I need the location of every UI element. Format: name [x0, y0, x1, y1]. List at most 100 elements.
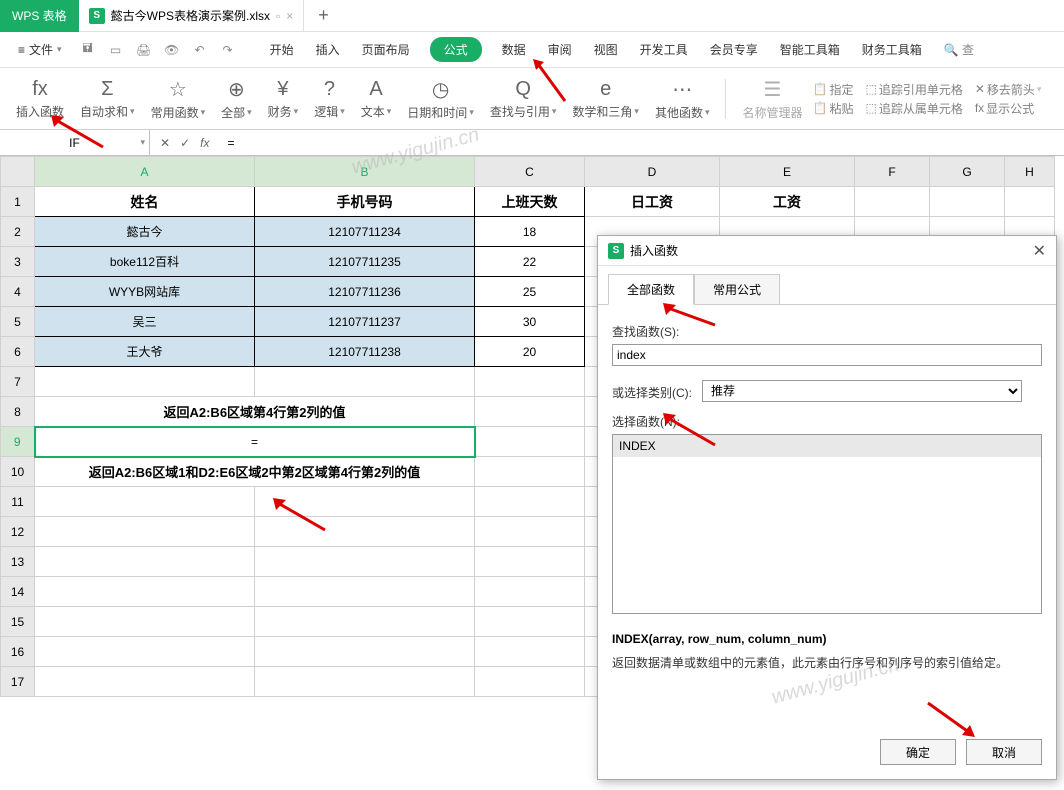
row-header-4[interactable]: 4	[1, 277, 35, 307]
cell[interactable]: 上班天数	[475, 187, 585, 217]
tab-close-icon[interactable]: ×	[286, 9, 293, 23]
dialog-close-button[interactable]: ✕	[1033, 241, 1046, 261]
cell[interactable]: 18	[475, 217, 585, 247]
function-list[interactable]: INDEX	[612, 434, 1042, 614]
document-tab[interactable]: S 懿古今WPS表格演示案例.xlsx ▫ ×	[79, 0, 305, 32]
cell[interactable]: 12107711236	[255, 277, 475, 307]
active-cell[interactable]: =	[35, 427, 475, 457]
tab-view[interactable]: 视图	[592, 37, 620, 62]
col-header-G[interactable]: G	[930, 157, 1005, 187]
fx-icon[interactable]: fx	[200, 136, 209, 150]
cancel-formula-icon[interactable]: ✕	[160, 136, 170, 150]
tab-review[interactable]: 审阅	[546, 37, 574, 62]
dialog-tab-all[interactable]: 全部函数	[608, 274, 694, 305]
row-header-1[interactable]: 1	[1, 187, 35, 217]
cell[interactable]: 王大爷	[35, 337, 255, 367]
cell[interactable]: 30	[475, 307, 585, 337]
col-header-C[interactable]: C	[475, 157, 585, 187]
cell[interactable]: 手机号码	[255, 187, 475, 217]
math-fn-button[interactable]: e数学和三角▾	[566, 78, 645, 120]
row-header-17[interactable]: 17	[1, 667, 35, 697]
tab-devtools[interactable]: 开发工具	[638, 37, 690, 62]
tab-window-icon[interactable]: ▫	[276, 9, 280, 23]
row-header-7[interactable]: 7	[1, 367, 35, 397]
row-header-6[interactable]: 6	[1, 337, 35, 367]
insert-function-dialog: S 插入函数 ✕ 全部函数 常用公式 查找函数(S): 或选择类别(C): 推荐…	[597, 235, 1057, 780]
row-header-12[interactable]: 12	[1, 517, 35, 547]
lookup-fn-button[interactable]: Q查找与引用▾	[484, 78, 563, 120]
row-header-16[interactable]: 16	[1, 637, 35, 667]
cell[interactable]: boke112百科	[35, 247, 255, 277]
col-header-A[interactable]: A	[35, 157, 255, 187]
row-header-11[interactable]: 11	[1, 487, 35, 517]
cell[interactable]: 日工资	[585, 187, 720, 217]
col-header-D[interactable]: D	[585, 157, 720, 187]
ok-button[interactable]: 确定	[880, 739, 956, 765]
tab-premium[interactable]: 会员专享	[708, 37, 760, 62]
finance-fn-button[interactable]: ¥财务▾	[262, 78, 305, 120]
redo-icon[interactable]: ↷	[218, 40, 238, 60]
row-header-15[interactable]: 15	[1, 607, 35, 637]
preview-icon[interactable]: 👁	[162, 40, 182, 60]
open-icon[interactable]: ▭	[106, 40, 126, 60]
all-fn-button[interactable]: ⊕全部▾	[215, 77, 258, 121]
cell[interactable]: 25	[475, 277, 585, 307]
row-header-5[interactable]: 5	[1, 307, 35, 337]
tab-layout[interactable]: 页面布局	[360, 37, 412, 62]
tab-insert[interactable]: 插入	[314, 37, 342, 62]
cell[interactable]: 12107711237	[255, 307, 475, 337]
row-header-3[interactable]: 3	[1, 247, 35, 277]
tab-smart[interactable]: 智能工具箱	[778, 37, 842, 62]
cell[interactable]: 12107711234	[255, 217, 475, 247]
col-header-F[interactable]: F	[855, 157, 930, 187]
common-fn-button[interactable]: ☆常用函数▾	[145, 77, 212, 121]
category-select[interactable]: 推荐	[702, 380, 1022, 402]
cell[interactable]	[855, 187, 930, 217]
function-list-item[interactable]: INDEX	[613, 435, 1041, 457]
cell[interactable]: 懿古今	[35, 217, 255, 247]
print-icon[interactable]: 🖨	[134, 40, 154, 60]
insert-function-button[interactable]: fx插入函数	[10, 78, 70, 120]
col-header-B[interactable]: B	[255, 157, 475, 187]
file-menu[interactable]: ≡ 文件 ▾	[10, 37, 70, 62]
cell[interactable]: 12107711235	[255, 247, 475, 277]
document-name: 懿古今WPS表格演示案例.xlsx	[111, 7, 270, 24]
cell[interactable]: 返回A2:B6区域第4行第2列的值	[35, 397, 475, 427]
new-tab-button[interactable]: +	[304, 5, 343, 26]
row-header-13[interactable]: 13	[1, 547, 35, 577]
tab-formula[interactable]: 公式	[430, 37, 482, 62]
cell[interactable]: WYYB网站库	[35, 277, 255, 307]
tab-start[interactable]: 开始	[268, 37, 296, 62]
row-header-8[interactable]: 8	[1, 397, 35, 427]
tab-finance[interactable]: 财务工具箱	[860, 37, 924, 62]
select-all-corner[interactable]	[1, 157, 35, 187]
cell[interactable]: 22	[475, 247, 585, 277]
text-fn-button[interactable]: A文本▾	[355, 78, 398, 120]
search-function-input[interactable]	[612, 344, 1042, 366]
cell[interactable]: 20	[475, 337, 585, 367]
cell[interactable]: 12107711238	[255, 337, 475, 367]
cell[interactable]: 工资	[720, 187, 855, 217]
autosum-button[interactable]: Σ自动求和▾	[74, 78, 141, 120]
row-header-9[interactable]: 9	[1, 427, 35, 457]
cell[interactable]: 姓名	[35, 187, 255, 217]
name-box[interactable]: IF▾	[0, 130, 150, 156]
datetime-fn-button[interactable]: ◷日期和时间▾	[401, 77, 480, 121]
col-header-H[interactable]: H	[1005, 157, 1055, 187]
accept-formula-icon[interactable]: ✓	[180, 136, 190, 150]
other-fn-button[interactable]: ⋯其他函数▾	[649, 77, 716, 121]
row-header-2[interactable]: 2	[1, 217, 35, 247]
logic-fn-button[interactable]: ?逻辑▾	[308, 78, 351, 120]
cell[interactable]: 吴三	[35, 307, 255, 337]
cancel-button[interactable]: 取消	[966, 739, 1042, 765]
col-header-E[interactable]: E	[720, 157, 855, 187]
undo-icon[interactable]: ↶	[190, 40, 210, 60]
tab-data[interactable]: 数据	[500, 37, 528, 62]
row-header-10[interactable]: 10	[1, 457, 35, 487]
dialog-tab-common[interactable]: 常用公式	[694, 274, 780, 305]
cell[interactable]: 返回A2:B6区域1和D2:E6区域2中第2区域第4行第2列的值	[35, 457, 475, 487]
save-icon[interactable]: 🖬	[78, 40, 98, 60]
search-menu[interactable]: 🔍 查	[942, 37, 976, 62]
row-header-14[interactable]: 14	[1, 577, 35, 607]
formula-input[interactable]: =	[219, 130, 1064, 156]
